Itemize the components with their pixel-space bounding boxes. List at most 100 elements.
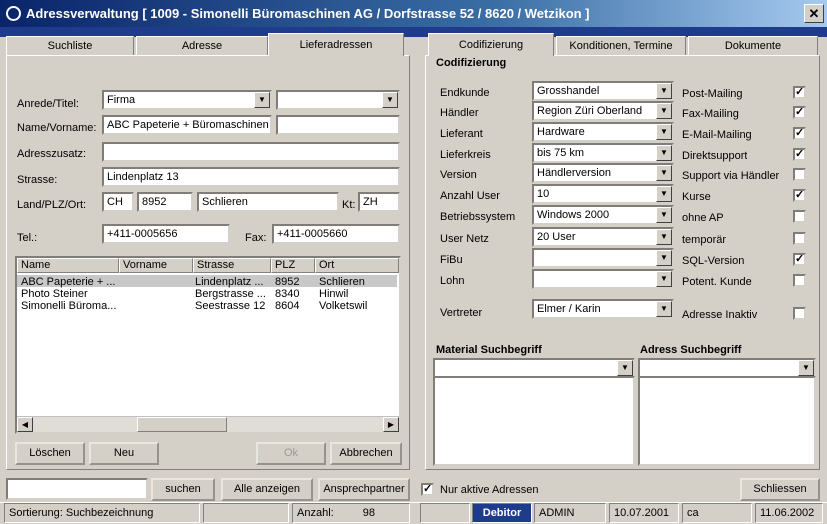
check-icon: ✓	[795, 148, 805, 160]
codif-checkbox[interactable]	[793, 274, 806, 287]
inaktiv-checkbox[interactable]	[793, 307, 806, 320]
tab-lieferadressen[interactable]: Lieferadressen	[268, 33, 404, 56]
chevron-down-icon[interactable]: ▼	[656, 124, 672, 140]
chevron-down-icon[interactable]: ▼	[656, 301, 672, 317]
adress-suchbegriff-list[interactable]	[638, 376, 816, 466]
col-name[interactable]: Name	[17, 258, 119, 273]
codif-select[interactable]: Hardware ▼	[532, 122, 674, 142]
land-input[interactable]: CH	[102, 192, 134, 212]
table-cell[interactable]: 8340	[275, 288, 315, 300]
horizontal-scrollbar[interactable]: ◀ ▶	[17, 416, 399, 432]
neu-button[interactable]: Neu	[89, 442, 159, 465]
col-strasse[interactable]: Strasse	[193, 258, 271, 273]
check-label: ohne AP	[682, 212, 724, 224]
chevron-down-icon[interactable]: ▼	[656, 165, 672, 181]
table-cell[interactable]: Photo Steiner	[21, 288, 117, 300]
ort-input[interactable]: Schlieren	[197, 192, 339, 212]
name-label: Name/Vorname:	[17, 122, 97, 134]
chevron-down-icon[interactable]: ▼	[656, 207, 672, 223]
name-input[interactable]: ABC Papeterie + Büromaschinen	[102, 115, 272, 135]
tel-input[interactable]: +411-0005656	[102, 224, 230, 244]
plz-input[interactable]: 8952	[137, 192, 193, 212]
codif-select[interactable]: ▼	[532, 269, 674, 289]
strasse-input[interactable]: Lindenplatz 13	[102, 167, 400, 187]
codif-checkbox[interactable]	[793, 168, 806, 181]
kt-input[interactable]: ZH	[358, 192, 400, 212]
scroll-thumb[interactable]	[137, 417, 227, 432]
codif-checkbox[interactable]	[793, 210, 806, 223]
codif-select[interactable]: Region Züri Oberland ▼	[532, 101, 674, 121]
vorname-input[interactable]	[276, 115, 400, 135]
table-cell[interactable]: Lindenplatz ...	[195, 276, 271, 288]
close-button[interactable]: ✕	[804, 4, 824, 23]
adress-suchbegriff-select[interactable]: ▼	[638, 358, 816, 378]
table-cell[interactable]: 8952	[275, 276, 315, 288]
vertreter-select[interactable]: Elmer / Karin ▼	[532, 299, 674, 319]
chevron-down-icon[interactable]: ▼	[656, 229, 672, 245]
codif-select[interactable]: bis 75 km ▼	[532, 143, 674, 163]
ansprechpartner-button[interactable]: Ansprechpartner	[318, 478, 410, 501]
codif-label: FiBu	[440, 254, 463, 266]
col-ort[interactable]: Ort	[315, 258, 399, 273]
chevron-down-icon[interactable]: ▼	[798, 360, 814, 376]
codif-select[interactable]: 20 User ▼	[532, 227, 674, 247]
table-cell[interactable]: ABC Papeterie + ...	[21, 276, 117, 288]
fax-input[interactable]: +411-0005660	[272, 224, 400, 244]
aktive-checkbox[interactable]: ✓	[421, 483, 434, 496]
codif-checkbox[interactable]: ✓	[793, 106, 806, 119]
status-user: ADMIN	[534, 503, 606, 523]
vertreter-label: Vertreter	[440, 307, 483, 319]
scroll-right-icon[interactable]: ▶	[383, 417, 399, 432]
loeschen-button[interactable]: Löschen	[15, 442, 85, 465]
table-cell[interactable]: Simonelli Büroma...	[21, 300, 117, 312]
chevron-down-icon[interactable]: ▼	[656, 271, 672, 287]
material-list[interactable]	[433, 376, 635, 466]
suchen-button[interactable]: suchen	[151, 478, 215, 501]
chevron-down-icon[interactable]: ▼	[617, 360, 633, 376]
chevron-down-icon[interactable]: ▼	[254, 92, 270, 108]
codif-checkbox[interactable]: ✓	[793, 253, 806, 266]
codif-select[interactable]: Grosshandel ▼	[532, 81, 674, 101]
scroll-left-icon[interactable]: ◀	[17, 417, 33, 432]
schliessen-button[interactable]: Schliessen	[740, 478, 820, 501]
table-cell[interactable]: Volketswil	[319, 300, 399, 312]
table-cell[interactable]: Schlieren	[319, 276, 399, 288]
ok-button[interactable]: Ok	[256, 442, 326, 465]
codif-checkbox[interactable]: ✓	[793, 189, 806, 202]
codif-select[interactable]: Händlerversion ▼	[532, 163, 674, 183]
chevron-down-icon[interactable]: ▼	[656, 250, 672, 266]
codif-checkbox[interactable]	[793, 232, 806, 245]
chevron-down-icon[interactable]: ▼	[656, 186, 672, 202]
col-plz[interactable]: PLZ	[271, 258, 315, 273]
address-list[interactable]: Name Vorname Strasse PLZ Ort ABC Papeter…	[15, 256, 401, 434]
table-cell[interactable]: 8604	[275, 300, 315, 312]
chevron-down-icon[interactable]: ▼	[382, 92, 398, 108]
codif-select[interactable]: Windows 2000 ▼	[532, 205, 674, 225]
tab-codifizierung[interactable]: Codifizierung	[428, 33, 554, 56]
tab-dokumente[interactable]: Dokumente	[688, 36, 818, 55]
col-vorname[interactable]: Vorname	[119, 258, 193, 273]
tab-konditionen[interactable]: Konditionen, Termine	[556, 36, 686, 55]
chevron-down-icon[interactable]: ▼	[656, 83, 672, 99]
tab-suchliste[interactable]: Suchliste	[6, 36, 134, 55]
tab-adresse[interactable]: Adresse	[136, 36, 268, 55]
codif-label: Version	[440, 169, 477, 181]
material-select[interactable]: ▼	[433, 358, 635, 378]
table-cell[interactable]: Seestrasse 12	[195, 300, 271, 312]
codif-select[interactable]: ▼	[532, 248, 674, 268]
chevron-down-icon[interactable]: ▼	[656, 103, 672, 119]
table-cell[interactable]: Hinwil	[319, 288, 399, 300]
codif-checkbox[interactable]: ✓	[793, 86, 806, 99]
chevron-down-icon[interactable]: ▼	[656, 145, 672, 161]
search-input[interactable]	[6, 478, 148, 500]
anrede-select[interactable]: Firma ▼	[102, 90, 272, 110]
codif-checkbox[interactable]: ✓	[793, 127, 806, 140]
alle-anzeigen-button[interactable]: Alle anzeigen	[221, 478, 313, 501]
titel-select[interactable]: ▼	[276, 90, 400, 110]
abbrechen-button[interactable]: Abbrechen	[330, 442, 402, 465]
table-cell[interactable]: Bergstrasse ...	[195, 288, 271, 300]
codif-select[interactable]: 10 ▼	[532, 184, 674, 204]
zusatz-input[interactable]	[102, 142, 400, 162]
check-label: temporär	[682, 234, 727, 246]
codif-checkbox[interactable]: ✓	[793, 148, 806, 161]
